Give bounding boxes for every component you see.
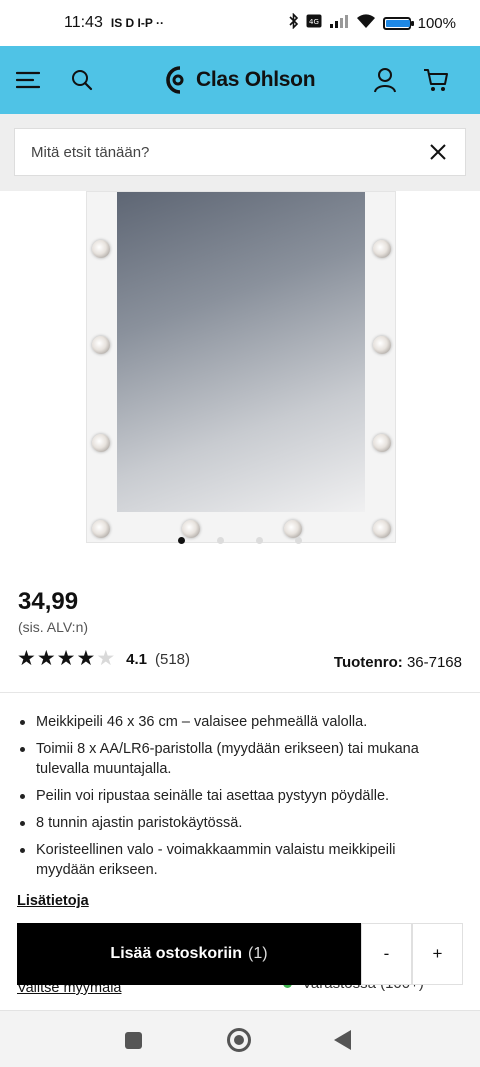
sku-value: 36-7168: [406, 654, 462, 671]
product-number: Tuotenro: 36-7168: [334, 654, 462, 671]
battery-fill: [385, 19, 410, 27]
bulb: [92, 520, 110, 538]
status-time: 11:43: [64, 14, 103, 31]
recents-icon[interactable]: [125, 1032, 142, 1049]
bulb: [284, 520, 302, 538]
bulb: [373, 520, 391, 538]
bulb: [373, 336, 391, 354]
bulb: [92, 240, 110, 258]
brand-logo-icon: [166, 66, 184, 94]
search-icon[interactable]: [60, 46, 104, 114]
back-icon[interactable]: [334, 1030, 351, 1050]
svg-text:4G: 4G: [309, 18, 319, 26]
increase-quantity-button[interactable]: +: [412, 923, 463, 985]
hamburger-menu-icon[interactable]: [6, 46, 50, 114]
feature-item: 8 tunnin ajastin paristokäytössä.: [18, 813, 458, 833]
bulb: [92, 336, 110, 354]
add-to-cart-bar: Lisää ostoskoriin (1) - +: [17, 923, 463, 985]
star-filled-icon: ★: [17, 647, 36, 670]
feature-item: Toimii 8 x AA/LR6-paristolla (myydään er…: [18, 739, 458, 779]
rating-count: (518): [155, 651, 191, 668]
search-bar: Mitä etsit tänään?: [0, 114, 480, 191]
star-filled-icon: ★: [56, 647, 76, 670]
product-rating[interactable]: ★★★★★ 4.1 (518): [17, 647, 191, 670]
rating-value: 4.1: [126, 651, 147, 668]
star-filled-icon: ★: [36, 647, 56, 670]
product-image-carousel[interactable]: [0, 191, 480, 551]
user-icon[interactable]: [363, 46, 407, 114]
system-nav-bar: [0, 1010, 480, 1067]
feature-list: Meikkipeili 46 x 36 cm – valaisee pehmeä…: [18, 712, 458, 887]
wifi-icon: [356, 13, 376, 33]
decrease-quantity-button[interactable]: -: [361, 923, 412, 985]
signal-icon: [329, 14, 349, 32]
search-placeholder: Mitä etsit tänään?: [31, 143, 150, 161]
bluetooth-icon: [289, 12, 299, 33]
battery-icon: [382, 16, 414, 30]
carousel-dot[interactable]: [295, 537, 302, 544]
rating-stars: ★★★★★: [17, 647, 116, 670]
vat-note: (sis. ALV:n): [18, 619, 89, 635]
app-header: Clas Ohlson: [0, 46, 480, 114]
carousel-dot[interactable]: [256, 537, 263, 544]
feature-item: Peilin voi ripustaa seinälle tai asettaa…: [18, 786, 458, 806]
star-empty-icon: ★: [96, 647, 116, 670]
notification-icons: IS D I-P ··: [110, 16, 164, 30]
divider: [0, 692, 480, 693]
star-filled-icon: ★: [76, 647, 96, 670]
close-icon[interactable]: [421, 135, 455, 169]
carousel-dot[interactable]: [217, 537, 224, 544]
product-image: [86, 191, 396, 543]
bulb: [182, 520, 200, 538]
mirror-glass: [117, 192, 365, 512]
home-icon[interactable]: [227, 1028, 251, 1052]
brand-name: Clas Ohlson: [196, 68, 316, 91]
brand-logo[interactable]: Clas Ohlson: [166, 46, 316, 114]
add-to-cart-label: Lisää ostoskoriin: [110, 945, 243, 962]
battery-percent: 100%: [417, 14, 456, 32]
cart-quantity: (1): [248, 945, 268, 962]
more-info-link[interactable]: Lisätietoja: [17, 893, 89, 909]
product-price: 34,99: [18, 588, 79, 615]
carousel-dot[interactable]: [178, 537, 185, 544]
search-input[interactable]: Mitä etsit tänään?: [14, 128, 466, 176]
add-to-cart-button[interactable]: Lisää ostoskoriin (1): [17, 923, 361, 985]
carousel-indicator: [0, 537, 480, 544]
feature-item: Koristeellinen valo - voimakkaammin vala…: [18, 840, 458, 880]
bulb: [373, 240, 391, 258]
shopping-cart-icon[interactable]: [414, 46, 458, 114]
bulb: [373, 434, 391, 452]
feature-item: Meikkipeili 46 x 36 cm – valaisee pehmeä…: [18, 712, 458, 732]
bulb: [92, 434, 110, 452]
volte-icon: 4G: [306, 14, 322, 32]
sku-label: Tuotenro:: [333, 654, 403, 671]
status-bar: 11:43 IS D I-P ·· 4G 100%: [0, 0, 480, 46]
